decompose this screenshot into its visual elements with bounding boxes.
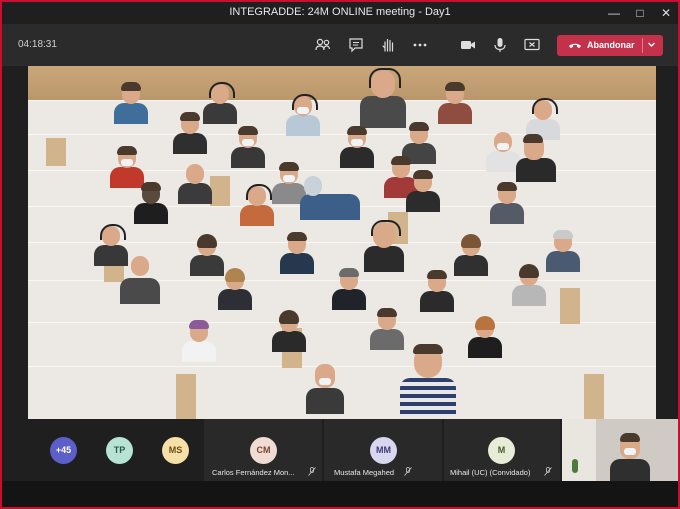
participant-video (218, 268, 252, 310)
participant-video (516, 134, 556, 182)
participant-avatar: M (488, 437, 515, 464)
participant-video (370, 308, 404, 350)
participant-video (134, 182, 168, 224)
overflow-count-badge[interactable]: +45 (50, 437, 77, 464)
participant-name: Carlos Fernández Mon... (212, 468, 295, 477)
title-bar: INTEGRADDE: 24M ONLINE meeting - Day1 — … (2, 2, 678, 24)
mic-off-icon (404, 467, 412, 476)
participant-tile[interactable]: MM Mustafa Megahed (324, 419, 442, 481)
maximize-icon[interactable]: □ (626, 2, 654, 24)
more-options-icon[interactable] (411, 36, 429, 54)
teams-window: INTEGRADDE: 24M ONLINE meeting - Day1 — … (2, 2, 678, 507)
participant-video (114, 82, 148, 124)
minimize-icon[interactable]: — (600, 2, 628, 24)
participant-tile[interactable]: CM Carlos Fernández Mon... (204, 419, 322, 481)
participant-avatar[interactable]: TP (106, 437, 133, 464)
mic-off-icon (308, 467, 316, 476)
participant-video (486, 132, 520, 172)
participant-video (300, 176, 360, 220)
participant-video (110, 146, 144, 188)
participant-video (178, 164, 212, 204)
participant-video (240, 184, 274, 226)
participant-avatar[interactable]: MS (162, 437, 189, 464)
participant-video (231, 126, 265, 168)
chevron-down-icon[interactable] (647, 39, 656, 51)
meeting-timer: 04:18:31 (18, 39, 57, 50)
participant-avatar: CM (250, 437, 277, 464)
participant-video (340, 126, 374, 168)
window-title: INTEGRADDE: 24M ONLINE meeting - Day1 (229, 6, 451, 18)
participant-video (272, 310, 306, 352)
participant-video (203, 82, 237, 124)
participant-video (512, 264, 546, 306)
participant-video (406, 170, 440, 212)
camera-icon[interactable] (459, 36, 477, 54)
participant-video (360, 68, 406, 128)
leave-label: Abandonar (587, 40, 635, 50)
participant-video (454, 234, 488, 276)
meeting-toolbar: 04:18:31 Abandonar (2, 24, 678, 66)
participant-strip: +45 TP MS CM Carlos Fernández Mon... MM … (2, 419, 678, 481)
window-footer (2, 481, 678, 507)
self-video (610, 433, 650, 481)
participant-video (286, 94, 320, 136)
raise-hand-icon[interactable] (379, 36, 397, 54)
participant-video (306, 364, 344, 414)
participant-video (182, 320, 216, 362)
close-icon[interactable]: ✕ (652, 2, 678, 24)
participant-video (438, 82, 472, 124)
microphone-icon[interactable] (491, 36, 509, 54)
participant-avatar: MM (370, 437, 397, 464)
participant-name: Mihail (UC) (Convidado) (450, 468, 531, 477)
participant-video (120, 256, 160, 304)
participant-video (546, 230, 580, 272)
hang-up-icon (569, 43, 581, 48)
participant-video (490, 182, 524, 224)
participant-video (332, 268, 366, 310)
participant-name: Mustafa Megahed (334, 468, 395, 477)
participants-icon[interactable] (314, 36, 332, 54)
share-screen-icon[interactable] (523, 36, 541, 54)
participant-video (364, 220, 404, 272)
participant-video (468, 316, 502, 358)
participant-video (280, 232, 314, 274)
participant-video (173, 112, 207, 154)
plant-icon (572, 459, 578, 473)
together-mode-video-stage (28, 66, 656, 419)
leave-button[interactable]: Abandonar (557, 35, 663, 56)
chat-icon[interactable] (347, 36, 365, 54)
mic-off-icon (544, 467, 552, 476)
participant-video (400, 344, 456, 416)
self-video-preview (562, 419, 678, 481)
participant-video (420, 270, 454, 312)
participant-tile[interactable]: M Mihail (UC) (Convidado) (444, 419, 560, 481)
